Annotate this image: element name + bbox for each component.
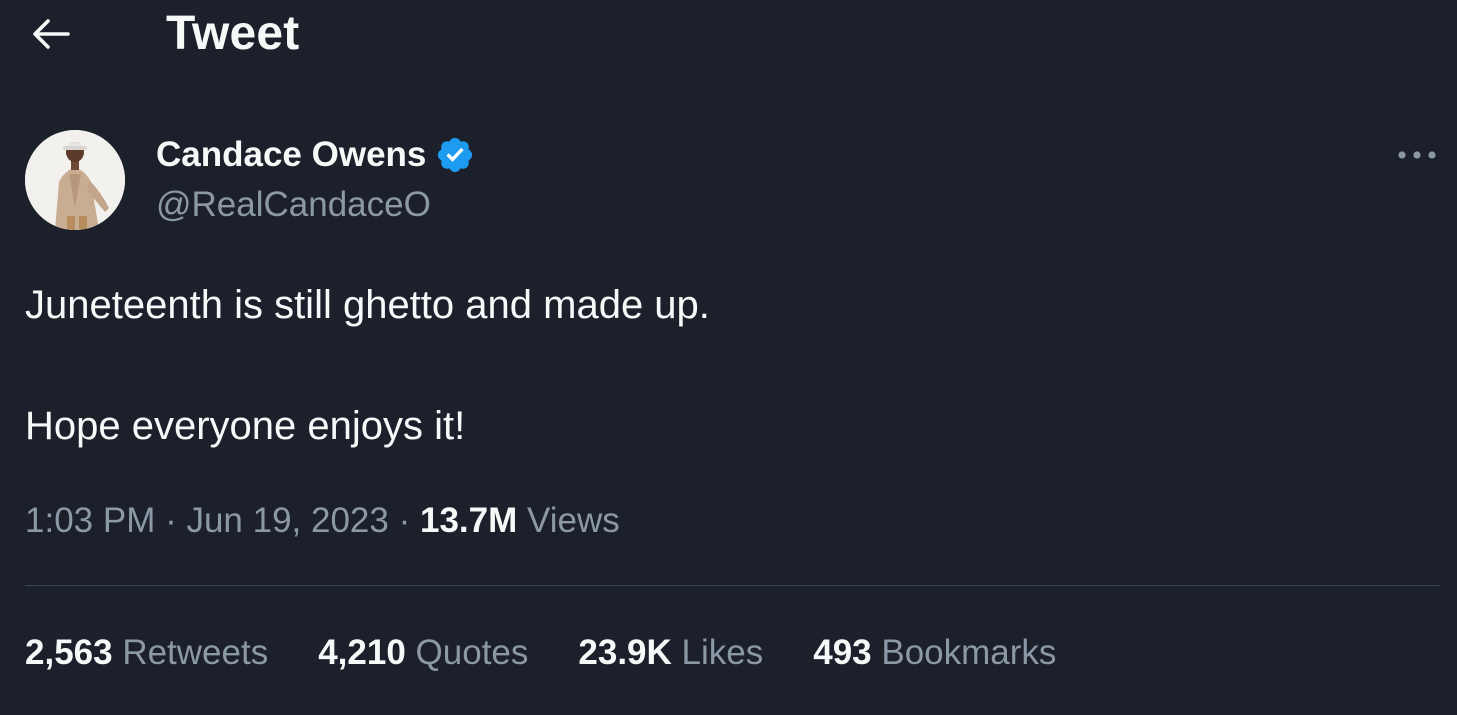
stat-label: Bookmarks [871, 633, 1057, 672]
tweet-date[interactable]: Jun 19, 2023 [186, 501, 388, 540]
arrow-left-icon [33, 19, 70, 49]
tweet-meta: 1:03 PM · Jun 19, 2023 · 13.7M Views [25, 500, 620, 542]
tweet-text-line-2: Hope everyone enjoys it! [25, 404, 466, 448]
stat-label: Retweets [112, 633, 269, 672]
author-handle[interactable]: @RealCandaceO [156, 184, 431, 226]
stat-count: 4,210 [318, 633, 406, 672]
bookmarks-stat[interactable]: 493 Bookmarks [813, 632, 1056, 674]
meta-separator: · [388, 501, 420, 540]
avatar[interactable] [25, 130, 125, 230]
stat-count: 23.9K [578, 633, 672, 672]
verified-badge-icon [438, 137, 473, 173]
stat-label: Quotes [405, 633, 529, 672]
meta-separator: · [155, 501, 187, 540]
stat-label: Likes [671, 633, 764, 672]
retweets-stat[interactable]: 2,563 Retweets [25, 632, 268, 674]
author-display-name[interactable]: Candace Owens [156, 134, 426, 176]
views-count: 13.7M [419, 501, 518, 540]
page-title: Tweet [166, 7, 300, 60]
more-horizontal-icon [1398, 151, 1436, 159]
divider [25, 585, 1440, 586]
stat-count: 2,563 [25, 633, 113, 672]
top-bar: Tweet [0, 0, 1457, 70]
engagement-stats: 2,563 Retweets 4,210 Quotes 23.9K Likes … [25, 632, 1106, 674]
tweet-time[interactable]: 1:03 PM [25, 501, 155, 540]
author-name-row: Candace Owens [156, 134, 475, 176]
likes-stat[interactable]: 23.9K Likes [578, 632, 763, 674]
tweet-text-line-1: Juneteenth is still ghetto and made up. [25, 283, 710, 327]
avatar-photo [25, 130, 125, 230]
quotes-stat[interactable]: 4,210 Quotes [318, 632, 528, 674]
more-options-button[interactable] [1394, 140, 1440, 170]
back-button[interactable] [28, 14, 72, 54]
views-label: Views [517, 501, 620, 540]
stat-count: 493 [813, 633, 872, 672]
